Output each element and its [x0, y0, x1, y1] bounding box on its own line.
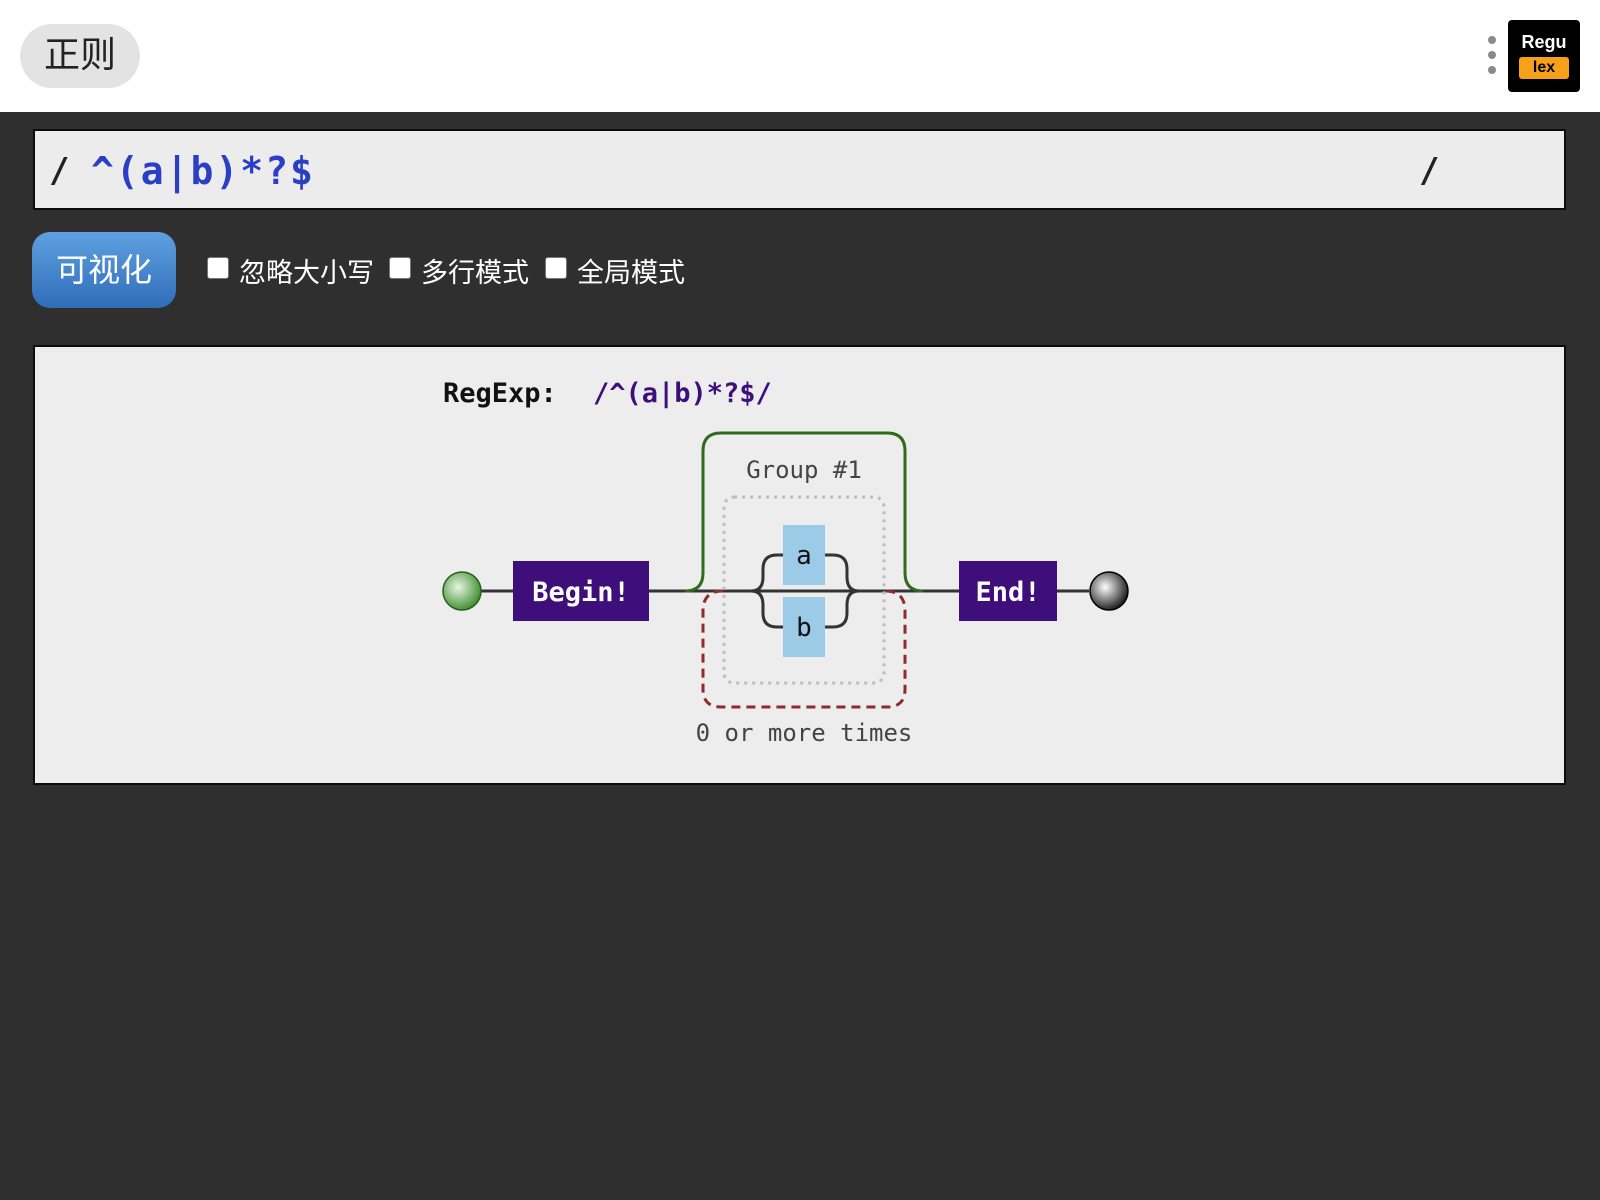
regex-input[interactable]: / ^(a|b)*?$ /: [33, 129, 1566, 210]
ignore-case-checkbox[interactable]: [207, 257, 229, 279]
begin-label: Begin!: [532, 577, 630, 608]
global-checkbox[interactable]: [545, 257, 567, 279]
group-label: Group #1: [746, 456, 862, 484]
railroad-diagram: RegExp: /^(a|b)*?$/ Begin! End! Group #1: [33, 345, 1566, 785]
logo-text-top: Regu: [1521, 32, 1567, 52]
right-delimiter: /: [1419, 151, 1440, 191]
end-node-icon: [1089, 571, 1129, 611]
global-label: 全局模式: [577, 258, 685, 289]
multiline-label: 多行模式: [421, 258, 529, 289]
more-options-icon[interactable]: [1486, 36, 1498, 78]
repeat-label: 0 or more times: [696, 719, 913, 747]
end-label: End!: [975, 577, 1040, 608]
app-title[interactable]: 正则: [20, 24, 140, 88]
diagram-caption-prefix: RegExp:: [443, 378, 557, 409]
main-panel: / ^(a|b)*?$ / 可视化 忽略大小写 多行模式 全局模式 RegExp…: [0, 112, 1600, 1200]
visualize-button[interactable]: 可视化: [32, 232, 176, 308]
literal-a-label: a: [796, 541, 812, 571]
regex-pattern[interactable]: ^(a|b)*?$: [91, 149, 315, 193]
multiline-checkbox[interactable]: [389, 257, 411, 279]
app-logo: Regu lex: [1508, 20, 1580, 92]
start-node-icon: [442, 571, 482, 611]
logo-text-bottom: lex: [1519, 57, 1569, 79]
diagram-caption-regex: /^(a|b)*?$/: [593, 378, 772, 409]
app-header: 正则 Regu lex: [0, 0, 1600, 112]
literal-b-label: b: [796, 613, 812, 643]
ignore-case-label: 忽略大小写: [239, 258, 374, 289]
left-delimiter: /: [49, 151, 70, 191]
